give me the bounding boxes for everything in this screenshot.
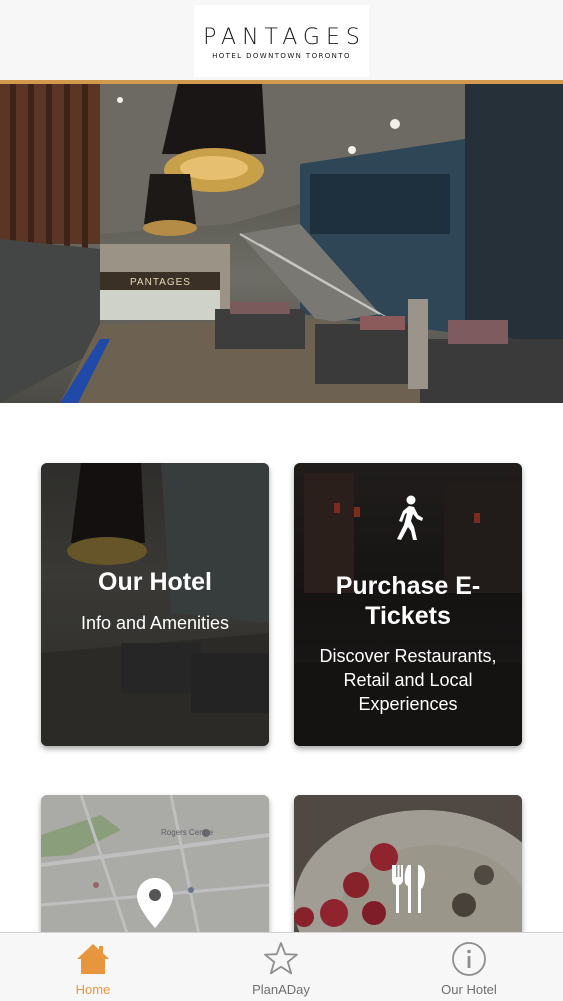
tab-planaday[interactable]: PlanADay [221,933,341,1001]
walking-person-icon [397,495,423,540]
tile-dark-overlay [41,463,269,746]
our-hotel-subtitle: Info and Amenities [80,613,230,633]
tickets-subtitle-line3: Experiences [358,694,458,714]
map-tile[interactable]: Rogers Centre [41,795,269,945]
tab-our-hotel-label: Our Hotel [441,982,497,997]
home-icon [77,944,109,974]
our-hotel-tile[interactable]: Our Hotel Info and Amenities [41,463,269,746]
tickets-title-line1: Purchase E- [335,572,481,600]
purchase-e-tickets-tile[interactable]: Purchase E- Tickets Discover Restaurants… [294,463,522,746]
our-hotel-title: Our Hotel [98,568,212,596]
map-pin-icon [137,878,173,928]
info-icon [452,942,486,976]
star-icon [264,942,298,975]
tab-home[interactable]: Home [33,933,153,1001]
hotel-logo: PANTAGES HOTEL DOWNTOWN TORONTO [194,5,369,77]
tab-planaday-label: PlanADay [252,982,310,997]
hero-sign-text: PANTAGES [130,277,191,288]
tab-our-hotel[interactable]: Our Hotel [409,933,529,1001]
tab-home-label: Home [75,982,111,997]
logo-main-text: PANTAGES [203,25,366,50]
dining-tile[interactable] [294,795,522,945]
hero-lobby-image: PANTAGES [0,84,563,403]
tickets-subtitle-line1: Discover Restaurants, [319,646,497,666]
app-header: PANTAGES HOTEL DOWNTOWN TORONTO [0,0,563,84]
fork-knife-icon [392,865,425,913]
tickets-title-line2: Tickets [365,602,451,630]
tickets-subtitle-line2: Retail and Local [343,670,473,690]
bottom-tab-bar: Home PlanADay Our Hotel [0,932,563,1001]
logo-sub-text: HOTEL DOWNTOWN TORONTO [212,52,351,60]
